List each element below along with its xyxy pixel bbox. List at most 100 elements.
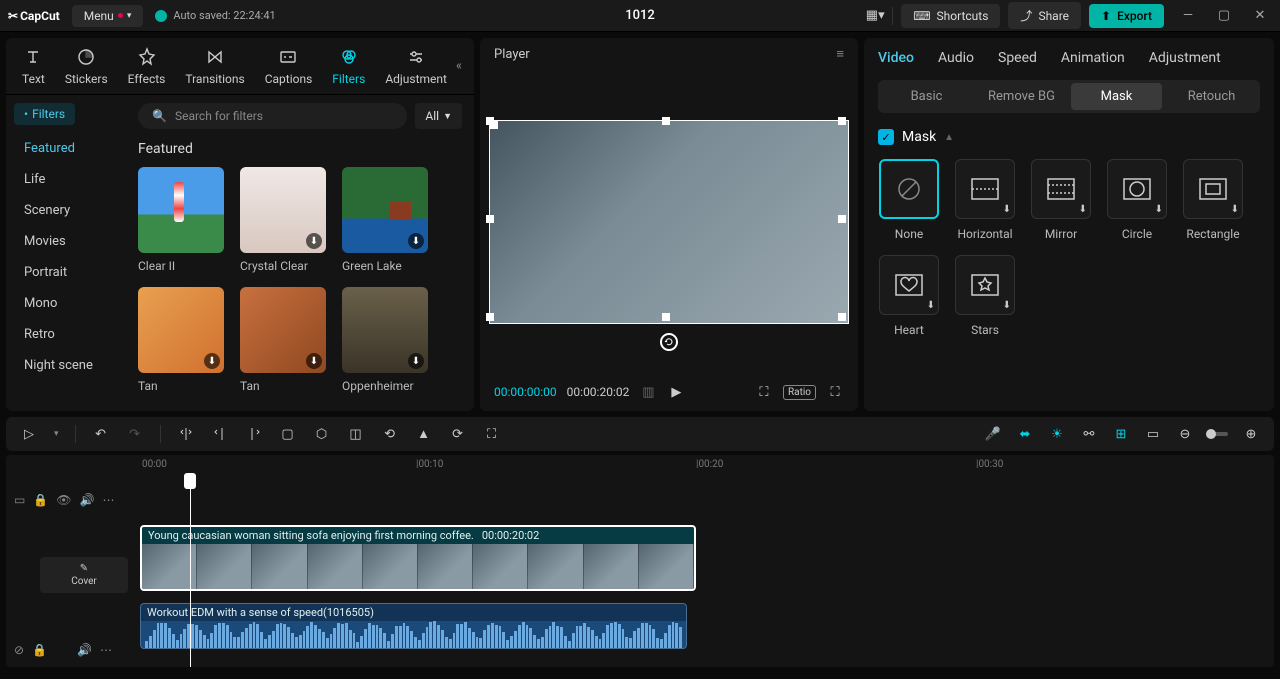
select-tool[interactable]: ▷	[20, 425, 38, 443]
tab-effects[interactable]: Effects	[128, 46, 166, 86]
lock-icon[interactable]: 🔒	[32, 643, 47, 657]
volume-icon[interactable]: 🔊	[80, 493, 95, 507]
minimize-button[interactable]: —	[1176, 4, 1200, 28]
filter-cat-life[interactable]: Life	[14, 164, 118, 195]
shortcuts-button[interactable]: ⌨Shortcuts	[901, 4, 1000, 28]
preview-toggle[interactable]: ⊞	[1112, 425, 1130, 443]
all-filter-button[interactable]: All▼	[415, 103, 462, 129]
timeline-ruler[interactable]: 00:00 |00:10 |00:20 |00:30	[136, 455, 1274, 475]
filter-item[interactable]: ⬇ Oppenheimer	[342, 287, 428, 393]
redo-button[interactable]: ↷	[126, 425, 144, 443]
fullscreen-icon[interactable]: ⛶	[826, 383, 844, 401]
mask-horizontal[interactable]: ⬇ Horizontal	[954, 159, 1016, 241]
split-tool[interactable]	[177, 425, 195, 443]
play-button[interactable]: ▶	[667, 383, 685, 401]
inspector-tab-speed[interactable]: Speed	[998, 50, 1037, 66]
collapse-icon[interactable]: «	[456, 59, 462, 74]
delete-tool[interactable]: ▢	[279, 425, 297, 443]
filter-item[interactable]: ⬇ Tan	[138, 287, 224, 393]
mask-checkbox[interactable]: ✓	[878, 129, 894, 145]
mask-rectangle[interactable]: ⬇ Rectangle	[1182, 159, 1244, 241]
snap-toggle[interactable]: ⬌	[1016, 425, 1034, 443]
crop2-tool[interactable]: ⛶	[483, 425, 501, 443]
magnet-toggle[interactable]: ☀	[1048, 425, 1066, 443]
mask-none[interactable]: None	[878, 159, 940, 241]
filter-item[interactable]: ⬇ Tan	[240, 287, 326, 393]
subtab-basic[interactable]: Basic	[881, 83, 972, 110]
filter-item[interactable]: Clear II	[138, 167, 224, 273]
export-button[interactable]: ⬆Export	[1089, 4, 1164, 28]
video-clip[interactable]: Young caucasian woman sitting sofa enjoy…	[140, 525, 696, 591]
subtab-retouch[interactable]: Retouch	[1166, 83, 1257, 110]
filters-chip[interactable]: • Filters	[14, 103, 75, 125]
filter-cat-nightscene[interactable]: Night scene	[14, 350, 118, 381]
mask-heart[interactable]: ⬇ Heart	[878, 255, 940, 337]
track-toggle-icon[interactable]: ⊘	[14, 643, 24, 657]
playhead[interactable]	[190, 475, 191, 667]
undo-button[interactable]: ↶	[92, 425, 110, 443]
tab-captions[interactable]: Captions	[265, 46, 313, 86]
lock-icon[interactable]: 🔒	[33, 493, 48, 507]
inspector-tab-video[interactable]: Video	[878, 50, 914, 66]
search-icon: 🔍	[152, 109, 167, 123]
search-input[interactable]: 🔍 Search for filters	[138, 103, 407, 129]
rotate-tool[interactable]: ⟳	[449, 425, 467, 443]
maximize-button[interactable]: ▢	[1212, 4, 1236, 28]
split-left-tool[interactable]	[211, 425, 229, 443]
track-toggle-icon[interactable]: ▭	[14, 493, 25, 507]
filter-cat-featured[interactable]: Featured	[14, 133, 118, 164]
filter-cat-portrait[interactable]: Portrait	[14, 257, 118, 288]
tab-stickers[interactable]: Stickers	[65, 46, 108, 86]
inspector-tab-audio[interactable]: Audio	[938, 50, 974, 66]
ratio-button[interactable]: Ratio	[783, 385, 816, 400]
chevron-down-icon[interactable]: ▾	[54, 429, 59, 439]
reverse-tool[interactable]: ⟲	[381, 425, 399, 443]
screenshot-icon[interactable]: ▭	[1144, 425, 1162, 443]
mask-mirror[interactable]: ⬇ Mirror	[1030, 159, 1092, 241]
filter-cat-scenery[interactable]: Scenery	[14, 195, 118, 226]
compare-icon[interactable]: ▥	[639, 383, 657, 401]
rotate-icon[interactable]	[660, 333, 678, 351]
filter-cat-movies[interactable]: Movies	[14, 226, 118, 257]
filter-cat-retro[interactable]: Retro	[14, 319, 118, 350]
timeline: 00:00 |00:10 |00:20 |00:30 ▭ 🔒 👁 🔊 ⋯ ✎ C…	[0, 451, 1280, 673]
zoom-out-icon[interactable]: ⊖	[1176, 425, 1194, 443]
download-icon: ⬇	[306, 353, 322, 369]
cover-button[interactable]: ✎ Cover	[40, 557, 128, 593]
audio-clip[interactable]: Workout EDM with a sense of speed(101650…	[140, 603, 687, 649]
mic-icon[interactable]: 🎤	[984, 425, 1002, 443]
share-button[interactable]: ⤴Share	[1008, 2, 1081, 29]
filter-item[interactable]: ⬇ Green Lake	[342, 167, 428, 273]
menu-button[interactable]: Menu▾	[72, 5, 144, 27]
tab-transitions[interactable]: Transitions	[185, 46, 244, 86]
subtab-removebg[interactable]: Remove BG	[976, 83, 1067, 110]
tab-text[interactable]: Text	[22, 46, 45, 86]
chevron-up-icon[interactable]: ▲	[944, 132, 954, 143]
subtab-mask[interactable]: Mask	[1071, 83, 1162, 110]
eye-icon[interactable]: 👁	[56, 493, 71, 507]
focus-icon[interactable]: ⛶	[755, 383, 773, 401]
more-icon[interactable]: ⋯	[100, 643, 112, 657]
inspector-tab-animation[interactable]: Animation	[1061, 50, 1125, 66]
layout-icon[interactable]: ▦▾	[866, 7, 884, 25]
inspector-tab-adjustment[interactable]: Adjustment	[1149, 50, 1221, 66]
close-button[interactable]: ✕	[1248, 4, 1272, 28]
mirror-tool[interactable]: ▲	[415, 425, 433, 443]
video-preview[interactable]	[489, 120, 849, 324]
filter-item[interactable]: ⬇ Crystal Clear	[240, 167, 326, 273]
crop-tool[interactable]: ◫	[347, 425, 365, 443]
player-menu-icon[interactable]: ≡	[836, 46, 844, 62]
mask-stars[interactable]: ⬇ Stars	[954, 255, 1016, 337]
link-toggle[interactable]: ⚯	[1080, 425, 1098, 443]
tab-adjustment[interactable]: Adjustment	[385, 46, 447, 86]
marker-tool[interactable]: ⬡	[313, 425, 331, 443]
zoom-slider[interactable]	[1208, 432, 1228, 436]
more-icon[interactable]: ⋯	[102, 493, 114, 507]
zoom-in-icon[interactable]: ⊕	[1242, 425, 1260, 443]
split-right-tool[interactable]	[245, 425, 263, 443]
filter-cat-mono[interactable]: Mono	[14, 288, 118, 319]
mask-circle[interactable]: ⬇ Circle	[1106, 159, 1168, 241]
tab-filters[interactable]: Filters	[332, 46, 365, 86]
volume-icon[interactable]: 🔊	[77, 643, 92, 657]
inspector-panel: Video Audio Speed Animation Adjustment B…	[864, 38, 1274, 411]
